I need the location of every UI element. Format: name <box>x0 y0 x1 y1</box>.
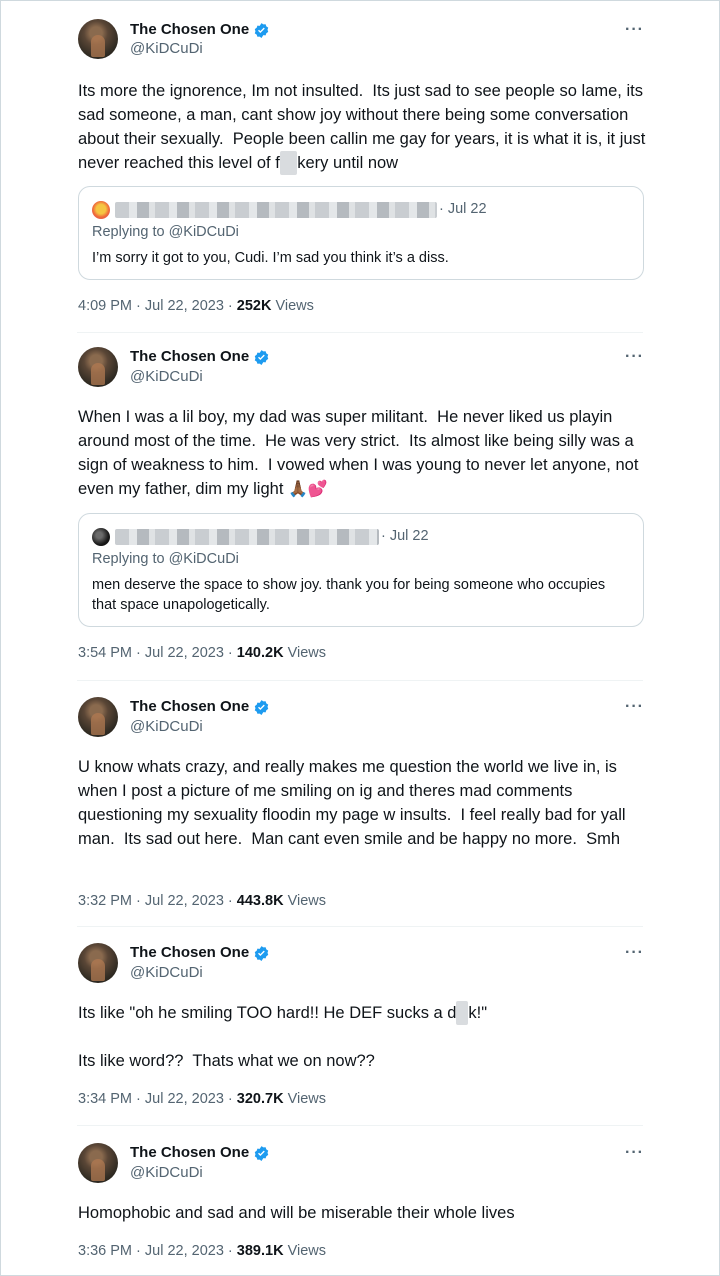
handle[interactable]: @KiDCuDi <box>130 1164 203 1182</box>
quoted-avatar <box>92 528 110 546</box>
verified-badge-icon <box>254 945 269 961</box>
timestamp[interactable]: 3:54 PM · Jul 22, 2023 · <box>78 645 237 661</box>
timestamp[interactable]: 3:34 PM · Jul 22, 2023 · <box>78 1091 237 1107</box>
tweet-text-line-2: Its like word?? Thats what we on now?? <box>78 1052 375 1070</box>
quoted-reply[interactable]: · Jul 22 Replying to @KiDCuDi men deserv… <box>78 513 644 627</box>
avatar[interactable] <box>78 347 118 387</box>
quoted-text: men deserve the space to show joy. thank… <box>92 577 606 613</box>
tweet-meta: 3:54 PM · Jul 22, 2023 · 140.2K Views <box>78 645 326 661</box>
timestamp[interactable]: 3:36 PM · Jul 22, 2023 · <box>78 1243 237 1259</box>
more-horizontal-icon[interactable]: ··· <box>625 22 644 38</box>
tweet-text: Its like "oh he smiling TOO hard!! He DE… <box>78 1001 648 1025</box>
more-horizontal-icon[interactable]: ··· <box>625 349 644 365</box>
tweet-meta: 3:36 PM · Jul 22, 2023 · 389.1K Views <box>78 1243 326 1259</box>
tweet-thread: The Chosen One @KiDCuDi ··· Its more the… <box>0 0 720 1276</box>
censored-text: ic <box>456 1001 469 1025</box>
tweet-meta: 3:34 PM · Jul 22, 2023 · 320.7K Views <box>78 1091 326 1107</box>
more-horizontal-icon[interactable]: ··· <box>625 945 644 961</box>
handle[interactable]: @KiDCuDi <box>130 964 203 982</box>
handle[interactable]: @KiDCuDi <box>130 40 203 58</box>
tweet-text: When I was a lil boy, my dad was super m… <box>78 408 643 498</box>
more-horizontal-icon[interactable]: ··· <box>625 1145 644 1161</box>
tweet-text: U know whats crazy, and really makes me … <box>78 758 631 848</box>
avatar[interactable] <box>78 1143 118 1183</box>
view-count: 140.2K <box>236 645 284 661</box>
quoted-date: · Jul 22 <box>439 201 487 217</box>
display-name[interactable]: The Chosen One <box>130 698 270 716</box>
tweet-text: Homophobic and sad and will be miserable… <box>78 1204 515 1222</box>
display-name[interactable]: The Chosen One <box>130 348 270 366</box>
verified-badge-icon <box>254 349 269 365</box>
handle[interactable]: @KiDCuDi <box>130 718 203 736</box>
avatar[interactable] <box>78 943 118 983</box>
quoted-reply[interactable]: · Jul 22 Replying to @KiDCuDi I’m sorry … <box>78 186 644 280</box>
quoted-avatar <box>92 201 110 219</box>
view-count: 443.8K <box>236 893 284 909</box>
display-name[interactable]: The Chosen One <box>130 1144 270 1162</box>
avatar[interactable] <box>78 697 118 737</box>
verified-badge-icon <box>254 699 269 715</box>
tweet-meta: 4:09 PM · Jul 22, 2023 · 252K Views <box>78 298 314 314</box>
timestamp[interactable]: 3:32 PM · Jul 22, 2023 · <box>78 893 237 909</box>
tweet-3[interactable]: The Chosen One @KiDCuDi ··· U know whats… <box>1 681 719 927</box>
censored-text: uc <box>279 151 298 175</box>
tweet-5[interactable]: The Chosen One @KiDCuDi ··· Homophobic a… <box>1 1126 719 1275</box>
blurred-username <box>115 529 379 545</box>
view-count: 389.1K <box>236 1243 284 1259</box>
more-horizontal-icon[interactable]: ··· <box>625 699 644 715</box>
tweet-1[interactable]: The Chosen One @KiDCuDi ··· Its more the… <box>1 1 719 331</box>
timestamp[interactable]: 4:09 PM · Jul 22, 2023 · <box>78 298 237 314</box>
tweet-2[interactable]: The Chosen One @KiDCuDi ··· When I was a… <box>1 333 719 679</box>
quoted-text: I’m sorry it got to you, Cudi. I’m sad y… <box>92 250 449 266</box>
tweet-text: Its more the ignorence, Im not insulted.… <box>78 79 648 175</box>
replying-to: Replying to @KiDCuDi <box>92 551 239 567</box>
display-name[interactable]: The Chosen One <box>130 21 270 39</box>
verified-badge-icon <box>254 22 269 38</box>
quoted-date: · Jul 22 <box>381 528 429 544</box>
handle[interactable]: @KiDCuDi <box>130 368 203 386</box>
avatar[interactable] <box>78 19 118 59</box>
view-count: 320.7K <box>236 1091 284 1107</box>
blurred-username <box>115 202 437 218</box>
display-name[interactable]: The Chosen One <box>130 944 270 962</box>
view-count: 252K <box>236 298 272 314</box>
pray-heart-emoji: 🙏🏾💕 <box>288 481 328 498</box>
verified-badge-icon <box>254 1145 269 1161</box>
tweet-4[interactable]: The Chosen One @KiDCuDi ··· Its like "oh… <box>1 927 719 1125</box>
replying-to: Replying to @KiDCuDi <box>92 224 239 240</box>
tweet-meta: 3:32 PM · Jul 22, 2023 · 443.8K Views <box>78 893 326 909</box>
